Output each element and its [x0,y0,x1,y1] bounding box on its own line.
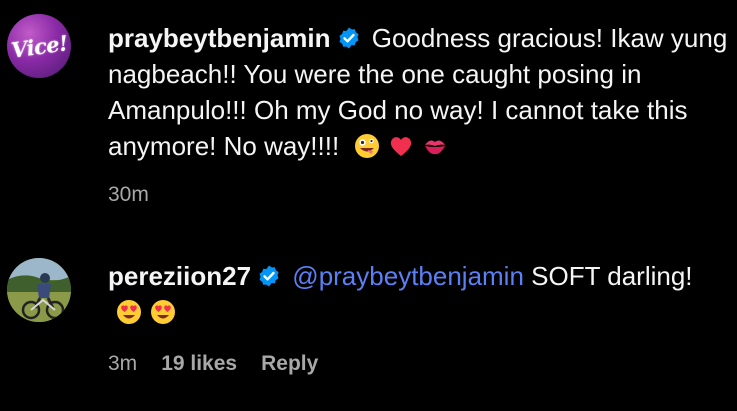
comment-body: praybeytbenjamin Goodness gracious! Ikaw… [108,20,728,164]
comment-meta: 3m 19 likes Reply [108,352,318,376]
red-heart-emoji-icon [391,137,412,156]
username-link[interactable]: praybeytbenjamin [108,23,331,53]
timestamp: 3m [108,352,138,375]
avatar[interactable]: Vice! [7,14,71,78]
kiss-mark-emoji-icon [425,140,446,155]
avatar[interactable] [7,258,71,322]
heart-eyes-emoji-icon [117,300,141,324]
zany-face-emoji-icon [355,134,380,158]
reply-button[interactable]: Reply [261,352,318,376]
comment-body: pereziion27 @praybeytbenjamin SOFT darli… [108,258,728,330]
username-link[interactable]: pereziion27 [108,261,251,291]
mention-link[interactable]: @praybeytbenjamin [292,261,524,291]
likes-count[interactable]: 19 likes [161,352,237,376]
comment-text: SOFT darling! [531,261,693,291]
verified-badge-icon [339,27,359,49]
timestamp: 30m [108,183,149,206]
comment-meta: 30m [108,183,149,207]
verified-badge-icon [259,265,279,287]
cyclist-photo-image [7,258,71,322]
heart-eyes-emoji-icon [151,300,175,324]
avatar-logo: Vice! [9,29,69,63]
